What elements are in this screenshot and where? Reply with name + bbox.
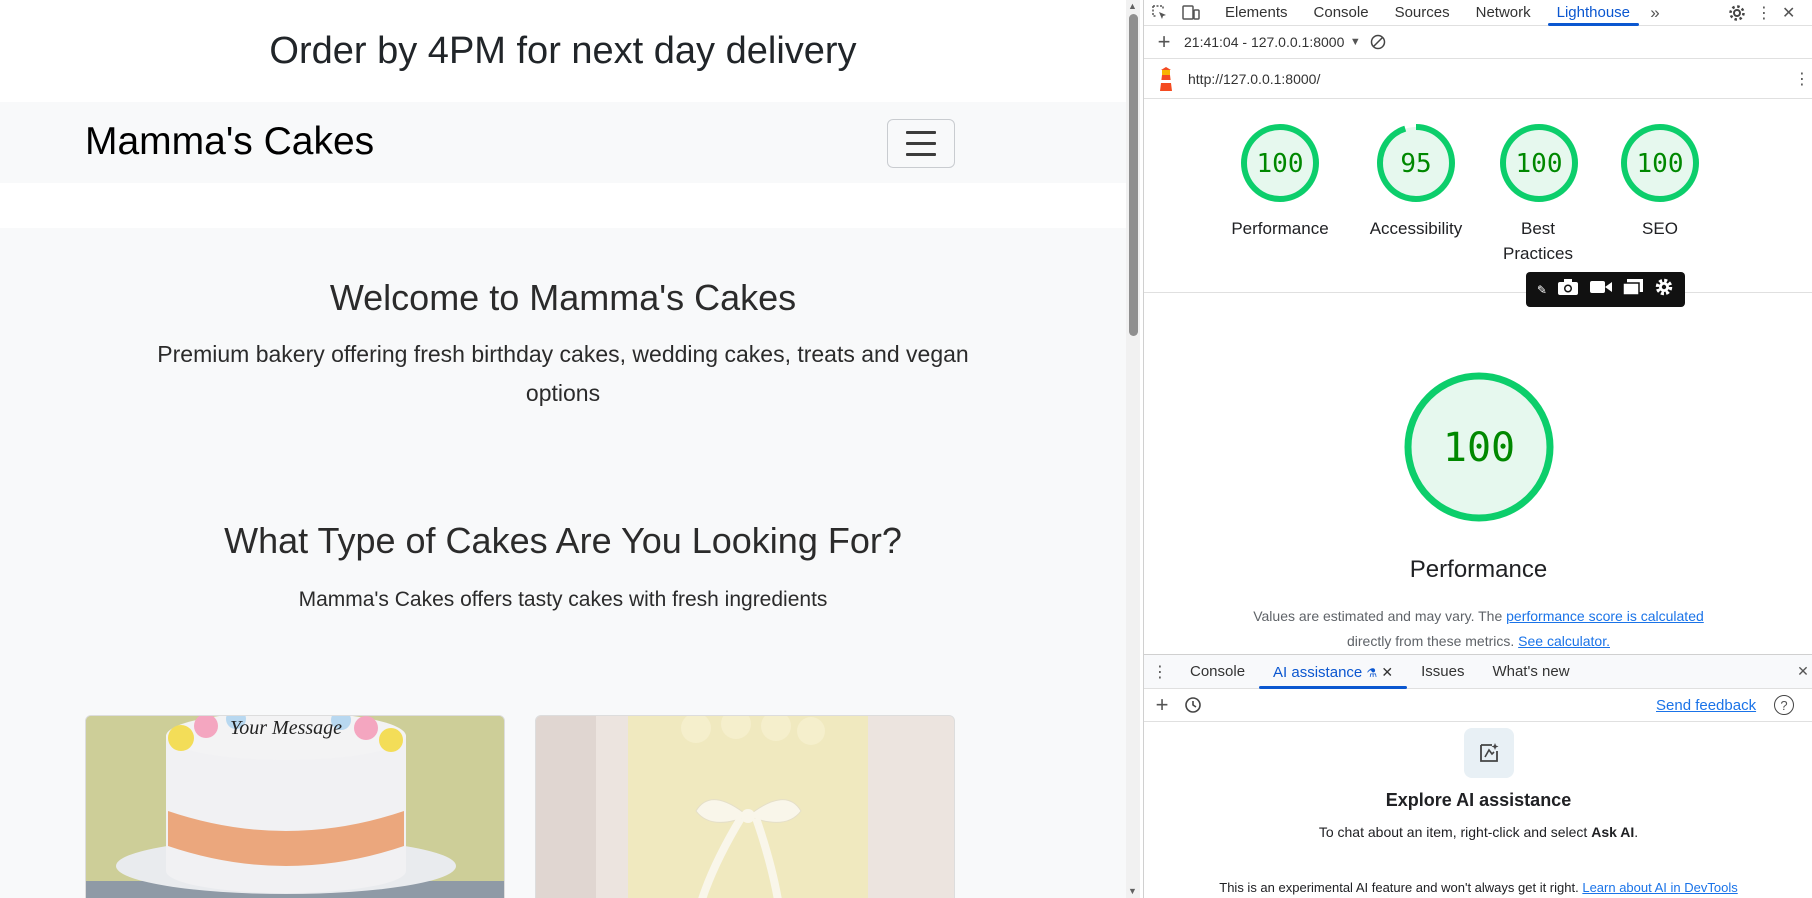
navbar: Mamma's Cakes — [0, 102, 1126, 183]
ai-disclaimer-text: This is an experimental AI feature and w… — [1219, 880, 1579, 895]
cake-card-birthday[interactable]: Your Message — [85, 715, 505, 898]
announcement-bar: Order by 4PM for next day delivery — [0, 0, 1126, 102]
report-url[interactable]: http://127.0.0.1:8000/ — [1188, 71, 1320, 87]
performance-title: Performance — [1409, 556, 1548, 583]
gauge-accessibility[interactable]: 95 Accessibility — [1366, 122, 1466, 241]
hamburger-icon-line — [906, 142, 936, 145]
tab-elements[interactable]: Elements — [1212, 0, 1301, 26]
score-gauges: 100 Performance 95 Accessibility 100 Bes… — [1144, 122, 1812, 292]
wedding-cake-image — [536, 716, 954, 898]
gauge-seo[interactable]: 100 SEO — [1619, 122, 1701, 241]
pin-icon[interactable]: ✎ — [1537, 283, 1547, 297]
inspect-element-icon[interactable] — [1144, 4, 1176, 21]
welcome-section: Welcome to Mamma's Cakes Premium bakery … — [0, 228, 1126, 413]
ai-sub-bold: Ask AI — [1591, 824, 1635, 840]
brand-logo[interactable]: Mamma's Cakes — [85, 120, 374, 164]
screen-capture-toolbar: ✎ — [1526, 272, 1685, 307]
gauge-label-performance: Performance — [1231, 219, 1329, 238]
tab-console[interactable]: Console — [1301, 0, 1382, 26]
ai-sub-text: To chat about an item, right-click and s… — [1318, 824, 1588, 840]
devtools-panel: Elements Console Sources Network Lightho… — [1143, 0, 1812, 898]
svg-text:100: 100 — [1257, 149, 1304, 179]
url-menu-icon[interactable]: ⋮ — [1794, 69, 1810, 89]
settings-gear-icon[interactable] — [1728, 4, 1746, 22]
video-camera-icon[interactable] — [1589, 279, 1613, 300]
svg-text:100: 100 — [1516, 149, 1563, 179]
kebab-menu-icon[interactable]: ⋮ — [1756, 3, 1772, 23]
devtools-tab-bar: Elements Console Sources Network Lightho… — [1144, 0, 1812, 26]
help-icon[interactable]: ? — [1774, 695, 1794, 715]
scroll-down-icon[interactable]: ▼ — [1128, 886, 1137, 896]
welcome-subtitle: Premium bakery offering fresh birthday c… — [157, 341, 969, 406]
hamburger-icon-line — [906, 153, 936, 156]
close-devtools-icon[interactable]: ✕ — [1782, 3, 1795, 23]
svg-text:100: 100 — [1637, 149, 1684, 179]
performance-score-link[interactable]: performance score is calculated — [1506, 608, 1704, 624]
chevron-down-icon[interactable]: ▼ — [1344, 36, 1366, 48]
drawer-menu-icon[interactable]: ⋮ — [1144, 662, 1176, 682]
page-scrollbar[interactable]: ▲ ▼ — [1126, 0, 1140, 898]
camera-icon[interactable] — [1557, 278, 1579, 301]
ai-assistance-icon — [1464, 728, 1514, 778]
close-drawer-icon[interactable]: ✕ — [1793, 663, 1812, 680]
new-chat-plus-icon[interactable]: + — [1144, 692, 1180, 718]
send-feedback-link[interactable]: Send feedback — [1656, 697, 1756, 714]
ai-disclaimer: This is an experimental AI feature and w… — [1144, 880, 1812, 895]
ai-subtitle: To chat about an item, right-click and s… — [1318, 824, 1639, 840]
device-toolbar-icon[interactable] — [1176, 4, 1206, 21]
cakes-subtitle: Mamma's Cakes offers tasty cakes with fr… — [298, 588, 828, 611]
close-tab-icon[interactable]: ✕ — [1381, 664, 1393, 680]
scroll-thumb[interactable] — [1129, 14, 1138, 336]
gauge-best-practices[interactable]: 100 Best Practices — [1498, 122, 1578, 266]
copy-window-icon[interactable] — [1622, 278, 1644, 301]
spacer — [0, 183, 1126, 228]
gauge-label-best-practices: Best Practices — [1503, 219, 1573, 263]
cakes-section: What Type of Cakes Are You Looking For? … — [0, 413, 1126, 612]
cake-message-text: Your Message — [230, 717, 342, 739]
cakes-title: What Type of Cakes Are You Looking For? — [224, 520, 902, 561]
see-calculator-link[interactable]: See calculator. — [1518, 633, 1610, 649]
capture-settings-gear-icon[interactable] — [1654, 277, 1674, 302]
ai-title: Explore AI assistance — [1385, 790, 1572, 810]
tab-sources[interactable]: Sources — [1382, 0, 1463, 26]
ai-toolbar: + Send feedback ? — [1144, 689, 1812, 722]
note-text: Values are estimated and may vary. The — [1253, 608, 1503, 624]
hamburger-icon-line — [906, 131, 936, 134]
birthday-cake-image: Your Message — [86, 716, 504, 898]
learn-about-ai-link[interactable]: Learn about AI in DevTools — [1582, 880, 1737, 895]
report-url-bar: http://127.0.0.1:8000/ ⋮ — [1144, 59, 1812, 99]
lighthouse-toolbar: + 21:41:04 - 127.0.0.1:8000 ▼ — [1144, 26, 1812, 59]
navbar-toggler-button[interactable] — [887, 119, 955, 168]
report-selector[interactable]: 21:41:04 - 127.0.0.1:8000 — [1184, 34, 1344, 50]
drawer-tab-bar: ⋮ Console AI assistance ⚗ ✕ Issues What'… — [1144, 655, 1812, 689]
performance-note: Values are estimated and may vary. The p… — [1144, 604, 1812, 654]
history-icon[interactable] — [1180, 696, 1206, 714]
welcome-title: Welcome to Mamma's Cakes — [329, 277, 797, 318]
tab-network[interactable]: Network — [1463, 0, 1544, 26]
divider — [1144, 292, 1812, 293]
new-report-plus-icon[interactable]: + — [1144, 29, 1184, 55]
performance-big-score: 100 — [1443, 425, 1515, 471]
drawer-tab-ai-assistance[interactable]: AI assistance ⚗ ✕ — [1259, 655, 1408, 689]
clear-block-icon[interactable] — [1366, 34, 1390, 50]
more-tabs-icon[interactable]: » — [1643, 3, 1667, 23]
drawer-tab-whats-new[interactable]: What's new — [1478, 655, 1583, 689]
svg-text:95: 95 — [1400, 149, 1431, 179]
tab-lighthouse[interactable]: Lighthouse — [1544, 0, 1643, 26]
drawer-tab-issues[interactable]: Issues — [1407, 655, 1478, 689]
performance-big-gauge: 100 — [1404, 372, 1554, 527]
gauge-performance[interactable]: 100 Performance — [1225, 122, 1335, 241]
drawer-tab-console[interactable]: Console — [1176, 655, 1259, 689]
gauge-label-seo: SEO — [1642, 219, 1678, 238]
cake-card-wedding[interactable] — [535, 715, 955, 898]
gauge-label-accessibility: Accessibility — [1369, 219, 1463, 238]
lighthouse-logo-icon — [1144, 66, 1188, 92]
note-text-2: directly from these metrics. — [1347, 633, 1515, 649]
devtools-drawer: ⋮ Console AI assistance ⚗ ✕ Issues What'… — [1144, 654, 1812, 898]
flask-icon: ⚗ — [1366, 665, 1378, 680]
website-viewport: Order by 4PM for next day delivery Mamma… — [0, 0, 1126, 898]
scroll-up-icon[interactable]: ▲ — [1128, 1, 1137, 11]
